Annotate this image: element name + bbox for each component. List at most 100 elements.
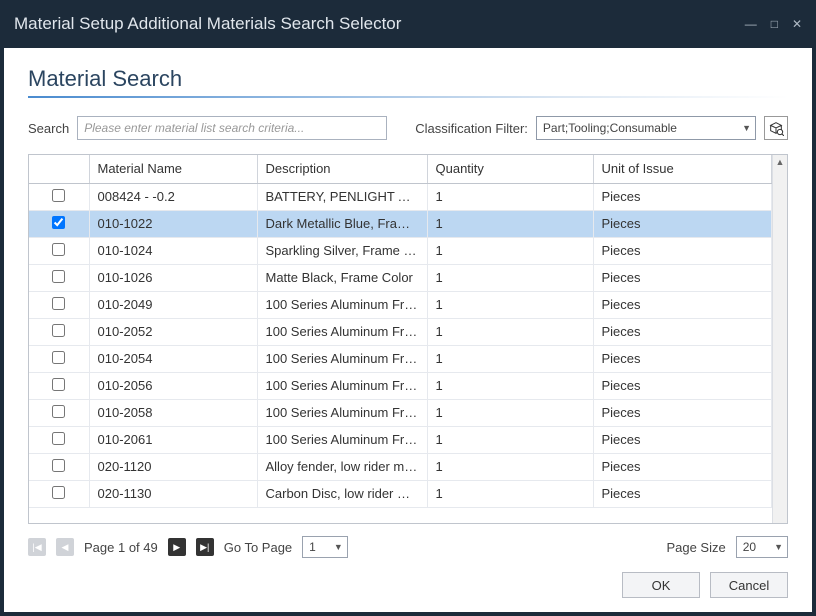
pager: |◀ ◀ Page 1 of 49 ▶ ▶| Go To Page 1 ▼ Pa… [28, 536, 788, 558]
table-row[interactable]: 020-1120Alloy fender, low rider mounts1P… [29, 453, 772, 480]
cell-name: 010-1024 [89, 237, 257, 264]
vertical-scrollbar[interactable]: ▲ [772, 155, 787, 523]
minimize-button[interactable]: — [745, 17, 757, 31]
page-size-value: 20 [743, 540, 756, 554]
table-row[interactable]: 010-2061100 Series Aluminum Frame,...1Pi… [29, 426, 772, 453]
results-grid: Material Name Description Quantity Unit … [28, 154, 788, 524]
page-title: Material Search [28, 66, 788, 98]
last-page-button[interactable]: ▶| [196, 538, 214, 556]
row-checkbox[interactable] [52, 432, 65, 445]
search-input[interactable] [77, 116, 387, 140]
cell-uoi: Pieces [593, 183, 772, 210]
row-checkbox[interactable] [52, 270, 65, 283]
cell-description: Matte Black, Frame Color [257, 264, 427, 291]
scroll-up-icon[interactable]: ▲ [773, 155, 787, 170]
cell-description: 100 Series Aluminum Frame,... [257, 318, 427, 345]
column-header-quantity[interactable]: Quantity [427, 155, 593, 183]
table-row[interactable]: 010-2054100 Series Aluminum Frame,...1Pi… [29, 345, 772, 372]
window-title: Material Setup Additional Materials Sear… [14, 14, 401, 34]
cell-uoi: Pieces [593, 318, 772, 345]
chevron-down-icon: ▼ [742, 123, 751, 133]
column-header-uoi[interactable]: Unit of Issue [593, 155, 772, 183]
row-checkbox[interactable] [52, 486, 65, 499]
row-checkbox-cell [29, 399, 89, 426]
cell-uoi: Pieces [593, 372, 772, 399]
cell-quantity: 1 [427, 345, 593, 372]
table-row[interactable]: 010-1026Matte Black, Frame Color1Pieces [29, 264, 772, 291]
page-size-select[interactable]: 20 ▼ [736, 536, 788, 558]
cell-name: 010-2049 [89, 291, 257, 318]
goto-page-select[interactable]: 1 ▼ [302, 536, 348, 558]
cell-name: 020-1120 [89, 453, 257, 480]
prev-page-button[interactable]: ◀ [56, 538, 74, 556]
classification-select[interactable]: Part;Tooling;Consumable ▼ [536, 116, 756, 140]
table-row[interactable]: 008424 - -0.2BATTERY, PENLIGHT AA, ALK..… [29, 183, 772, 210]
table-row[interactable]: 020-1130Carbon Disc, low rider mounts1Pi… [29, 480, 772, 507]
cell-quantity: 1 [427, 291, 593, 318]
page-title-wrap: Material Search [28, 66, 788, 98]
table-row[interactable]: 010-2056100 Series Aluminum Frame,...1Pi… [29, 372, 772, 399]
cube-magnify-icon [768, 120, 784, 136]
cell-description: Carbon Disc, low rider mounts [257, 480, 427, 507]
column-header-name[interactable]: Material Name [89, 155, 257, 183]
cell-description: 100 Series Aluminum Frame,... [257, 372, 427, 399]
cancel-button[interactable]: Cancel [710, 572, 788, 598]
row-checkbox[interactable] [52, 216, 65, 229]
cell-description: 100 Series Aluminum Frame,... [257, 399, 427, 426]
table-row[interactable]: 010-2052100 Series Aluminum Frame,...1Pi… [29, 318, 772, 345]
column-header-description[interactable]: Description [257, 155, 427, 183]
row-checkbox-cell [29, 291, 89, 318]
row-checkbox-cell [29, 210, 89, 237]
next-page-button[interactable]: ▶ [168, 538, 186, 556]
row-checkbox[interactable] [52, 297, 65, 310]
cell-uoi: Pieces [593, 237, 772, 264]
table-row[interactable]: 010-1024Sparkling Silver, Frame Color1Pi… [29, 237, 772, 264]
cell-description: 100 Series Aluminum Frame,... [257, 291, 427, 318]
cell-quantity: 1 [427, 399, 593, 426]
cell-description: Dark Metallic Blue, Frame C... [257, 210, 427, 237]
column-header-checkbox[interactable] [29, 155, 89, 183]
cell-name: 010-1026 [89, 264, 257, 291]
row-checkbox[interactable] [52, 189, 65, 202]
cell-name: 010-2061 [89, 426, 257, 453]
maximize-button[interactable]: □ [771, 17, 778, 31]
row-checkbox-cell [29, 237, 89, 264]
cell-name: 010-2052 [89, 318, 257, 345]
search-label: Search [28, 121, 69, 136]
row-checkbox-cell [29, 264, 89, 291]
row-checkbox[interactable] [52, 351, 65, 364]
cell-quantity: 1 [427, 480, 593, 507]
window-controls: — □ ✕ [745, 17, 802, 31]
table-row[interactable]: 010-2058100 Series Aluminum Frame,...1Pi… [29, 399, 772, 426]
cell-uoi: Pieces [593, 453, 772, 480]
cell-uoi: Pieces [593, 480, 772, 507]
ok-button[interactable]: OK [622, 572, 700, 598]
cell-quantity: 1 [427, 318, 593, 345]
dialog-buttons: OK Cancel [28, 572, 788, 598]
cell-name: 010-2058 [89, 399, 257, 426]
classification-label: Classification Filter: [415, 121, 528, 136]
part-lookup-button[interactable] [764, 116, 788, 140]
row-checkbox[interactable] [52, 324, 65, 337]
table-row[interactable]: 010-1022Dark Metallic Blue, Frame C...1P… [29, 210, 772, 237]
row-checkbox-cell [29, 372, 89, 399]
main-panel: Material Search Search Classification Fi… [4, 48, 812, 612]
close-button[interactable]: ✕ [792, 17, 802, 31]
page-size-label: Page Size [666, 540, 725, 555]
row-checkbox-cell [29, 318, 89, 345]
row-checkbox[interactable] [52, 405, 65, 418]
results-table: Material Name Description Quantity Unit … [29, 155, 772, 508]
cell-uoi: Pieces [593, 291, 772, 318]
first-page-button[interactable]: |◀ [28, 538, 46, 556]
cell-description: 100 Series Aluminum Frame,... [257, 345, 427, 372]
cell-name: 010-2056 [89, 372, 257, 399]
filter-row: Search Classification Filter: Part;Tooli… [28, 116, 788, 140]
cell-quantity: 1 [427, 372, 593, 399]
cell-quantity: 1 [427, 453, 593, 480]
row-checkbox-cell [29, 426, 89, 453]
row-checkbox[interactable] [52, 243, 65, 256]
row-checkbox[interactable] [52, 378, 65, 391]
table-row[interactable]: 010-2049100 Series Aluminum Frame,...1Pi… [29, 291, 772, 318]
row-checkbox-cell [29, 183, 89, 210]
row-checkbox[interactable] [52, 459, 65, 472]
